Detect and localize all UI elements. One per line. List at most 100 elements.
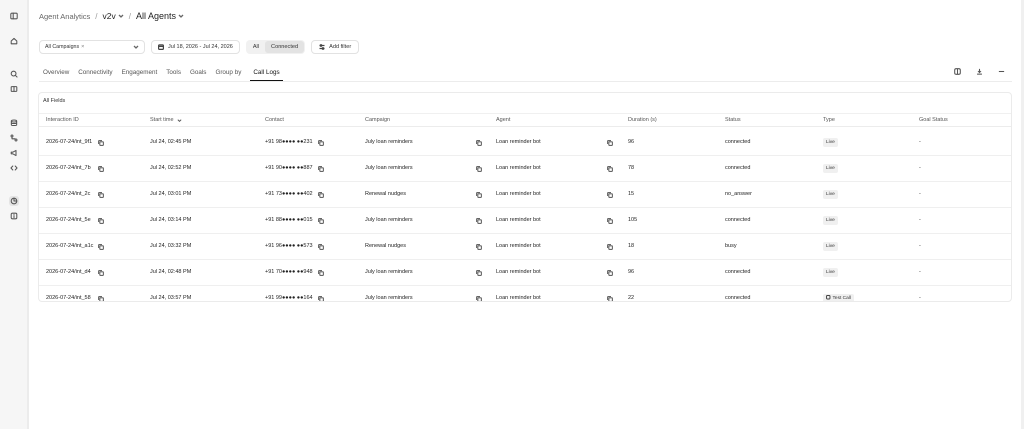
interaction-id-cell[interactable]: 2026-07-24/int_d4 (46, 269, 91, 275)
book-icon[interactable] (9, 84, 19, 94)
type-badge: Test Call (823, 294, 854, 301)
segment-connected[interactable]: Connected (265, 41, 305, 53)
interaction-id-cell[interactable]: 2026-07-24/int_2c (46, 191, 90, 197)
all-fields-label[interactable]: All Fields (43, 98, 65, 104)
copy-icon[interactable] (318, 218, 324, 224)
type-badge: Live (823, 190, 838, 199)
col-interaction-id[interactable]: Interaction ID (46, 117, 79, 123)
agents-dropdown[interactable]: All Agents (136, 11, 184, 21)
copy-icon[interactable] (98, 270, 104, 276)
breadcrumb-app[interactable]: Agent Analytics (39, 12, 90, 21)
interaction-id-cell[interactable]: 2026-07-24/int_a1c (46, 243, 93, 249)
copy-icon[interactable] (607, 166, 613, 172)
agent-cell: Loan reminder bot (496, 165, 541, 171)
col-status[interactable]: Status (725, 117, 741, 123)
copy-icon[interactable] (476, 296, 482, 301)
col-contact[interactable]: Contact (265, 117, 284, 123)
table-row[interactable]: 2026-07-24/int_58 Jul 24, 03:57 PM +91 99●… (39, 286, 1011, 301)
table-row[interactable]: 2026-07-24/int_2c Jul 24, 03:01 PM +91 73●… (39, 182, 1011, 208)
copy-icon[interactable] (607, 244, 613, 250)
database-icon[interactable] (9, 118, 19, 128)
copy-icon[interactable] (607, 140, 613, 146)
copy-icon[interactable] (476, 166, 482, 172)
breadcrumb-separator: / (95, 11, 98, 21)
start-time-cell: Jul 24, 02:45 PM (150, 139, 192, 145)
copy-icon[interactable] (318, 244, 324, 250)
table-row[interactable]: 2026-07-24/int_5e Jul 24, 03:14 PM +91 88●… (39, 208, 1011, 234)
start-time-cell: Jul 24, 02:48 PM (150, 269, 192, 275)
campaign-select[interactable]: All Campaigns × (39, 40, 145, 54)
date-range-button[interactable]: Jul 18, 2026 - Jul 24, 2026 (151, 40, 240, 54)
copy-icon[interactable] (318, 296, 324, 301)
tab-tools[interactable]: Tools (166, 64, 181, 81)
table-row[interactable]: 2026-07-24/int_9f1 Jul 24, 02:45 PM +91 98… (39, 130, 1011, 156)
copy-icon[interactable] (607, 270, 613, 276)
close-icon[interactable]: × (81, 44, 84, 50)
copy-icon[interactable] (476, 140, 482, 146)
filter-bar: All Campaigns × Jul 18, 2026 - Jul 24, 2… (39, 40, 360, 54)
copy-icon[interactable] (318, 270, 324, 276)
copy-icon[interactable] (476, 218, 482, 224)
campaign-cell: Renewal nudges (365, 191, 406, 197)
copy-icon[interactable] (98, 296, 104, 301)
copy-icon[interactable] (98, 140, 104, 146)
copy-icon[interactable] (318, 192, 324, 198)
more-button[interactable] (995, 65, 1007, 77)
analytics-icon[interactable] (9, 196, 19, 206)
col-campaign[interactable]: Campaign (365, 117, 390, 123)
interaction-id-cell[interactable]: 2026-07-24/int_9f1 (46, 139, 92, 145)
copy-icon[interactable] (98, 244, 104, 250)
copy-icon[interactable] (318, 140, 324, 146)
col-agent[interactable]: Agent (496, 117, 510, 123)
table-row[interactable]: 2026-07-24/int_a1c Jul 24, 03:32 PM +91 96… (39, 234, 1011, 260)
megaphone-icon[interactable] (9, 148, 19, 158)
table-row[interactable]: 2026-07-24/int_d4 Jul 24, 02:48 PM +91 70●… (39, 260, 1011, 286)
interaction-id-cell[interactable]: 2026-07-24/int_58 (46, 295, 91, 301)
table-row[interactable]: 2026-07-24/int_7b Jul 24, 02:52 PM +91 90●… (39, 156, 1011, 182)
campaign-chip: All Campaigns × (45, 44, 84, 50)
home-icon[interactable] (9, 36, 19, 46)
copy-icon[interactable] (607, 296, 613, 301)
segment-all[interactable]: All (247, 41, 265, 53)
interaction-id-cell[interactable]: 2026-07-24/int_5e (46, 217, 91, 223)
copy-icon[interactable] (476, 270, 482, 276)
tab-group-by[interactable]: Group by (215, 64, 241, 81)
tab-divider (39, 81, 1012, 82)
goal-status-cell: - (919, 139, 921, 145)
version-dropdown[interactable]: v2v (103, 11, 124, 21)
copy-icon[interactable] (476, 244, 482, 250)
info-icon[interactable] (9, 211, 19, 221)
copy-icon[interactable] (476, 192, 482, 198)
tab-connectivity[interactable]: Connectivity (78, 64, 112, 81)
tab-engagement[interactable]: Engagement (122, 64, 158, 81)
code-icon[interactable] (9, 163, 19, 173)
copy-icon[interactable] (318, 166, 324, 172)
goal-status-cell: - (919, 243, 921, 249)
copy-icon[interactable] (607, 192, 613, 198)
flow-icon[interactable] (9, 133, 19, 143)
download-button[interactable] (973, 65, 985, 77)
download-icon (976, 68, 982, 75)
add-filter-button[interactable]: Add filter (311, 40, 360, 54)
copy-icon[interactable] (98, 192, 104, 198)
copy-icon[interactable] (98, 218, 104, 224)
tab-call-logs[interactable]: Call Logs (250, 64, 283, 81)
col-type[interactable]: Type (823, 117, 835, 123)
col-start-time[interactable]: Start time (150, 117, 182, 123)
copy-icon[interactable] (98, 166, 104, 172)
col-goal-status[interactable]: Goal Status (919, 117, 948, 123)
columns-button[interactable] (951, 65, 963, 77)
tab-goals[interactable]: Goals (190, 64, 206, 81)
main-panel: Agent Analytics / v2v / All Agents All C… (28, 0, 1021, 429)
sidebar-toggle-icon[interactable] (9, 11, 19, 21)
col-duration[interactable]: Duration (s) (628, 117, 657, 123)
type-badge-label: Live (826, 218, 835, 223)
copy-icon[interactable] (607, 218, 613, 224)
interaction-id-cell[interactable]: 2026-07-24/int_7b (46, 165, 91, 171)
tab-overview[interactable]: Overview (43, 64, 69, 81)
breadcrumb-separator: / (128, 11, 131, 21)
table-header: Interaction ID Start time Contact Campai… (39, 113, 1011, 127)
search-icon[interactable] (9, 69, 19, 79)
goal-status-cell: - (919, 295, 921, 301)
type-badge-label: Test Call (832, 296, 851, 301)
